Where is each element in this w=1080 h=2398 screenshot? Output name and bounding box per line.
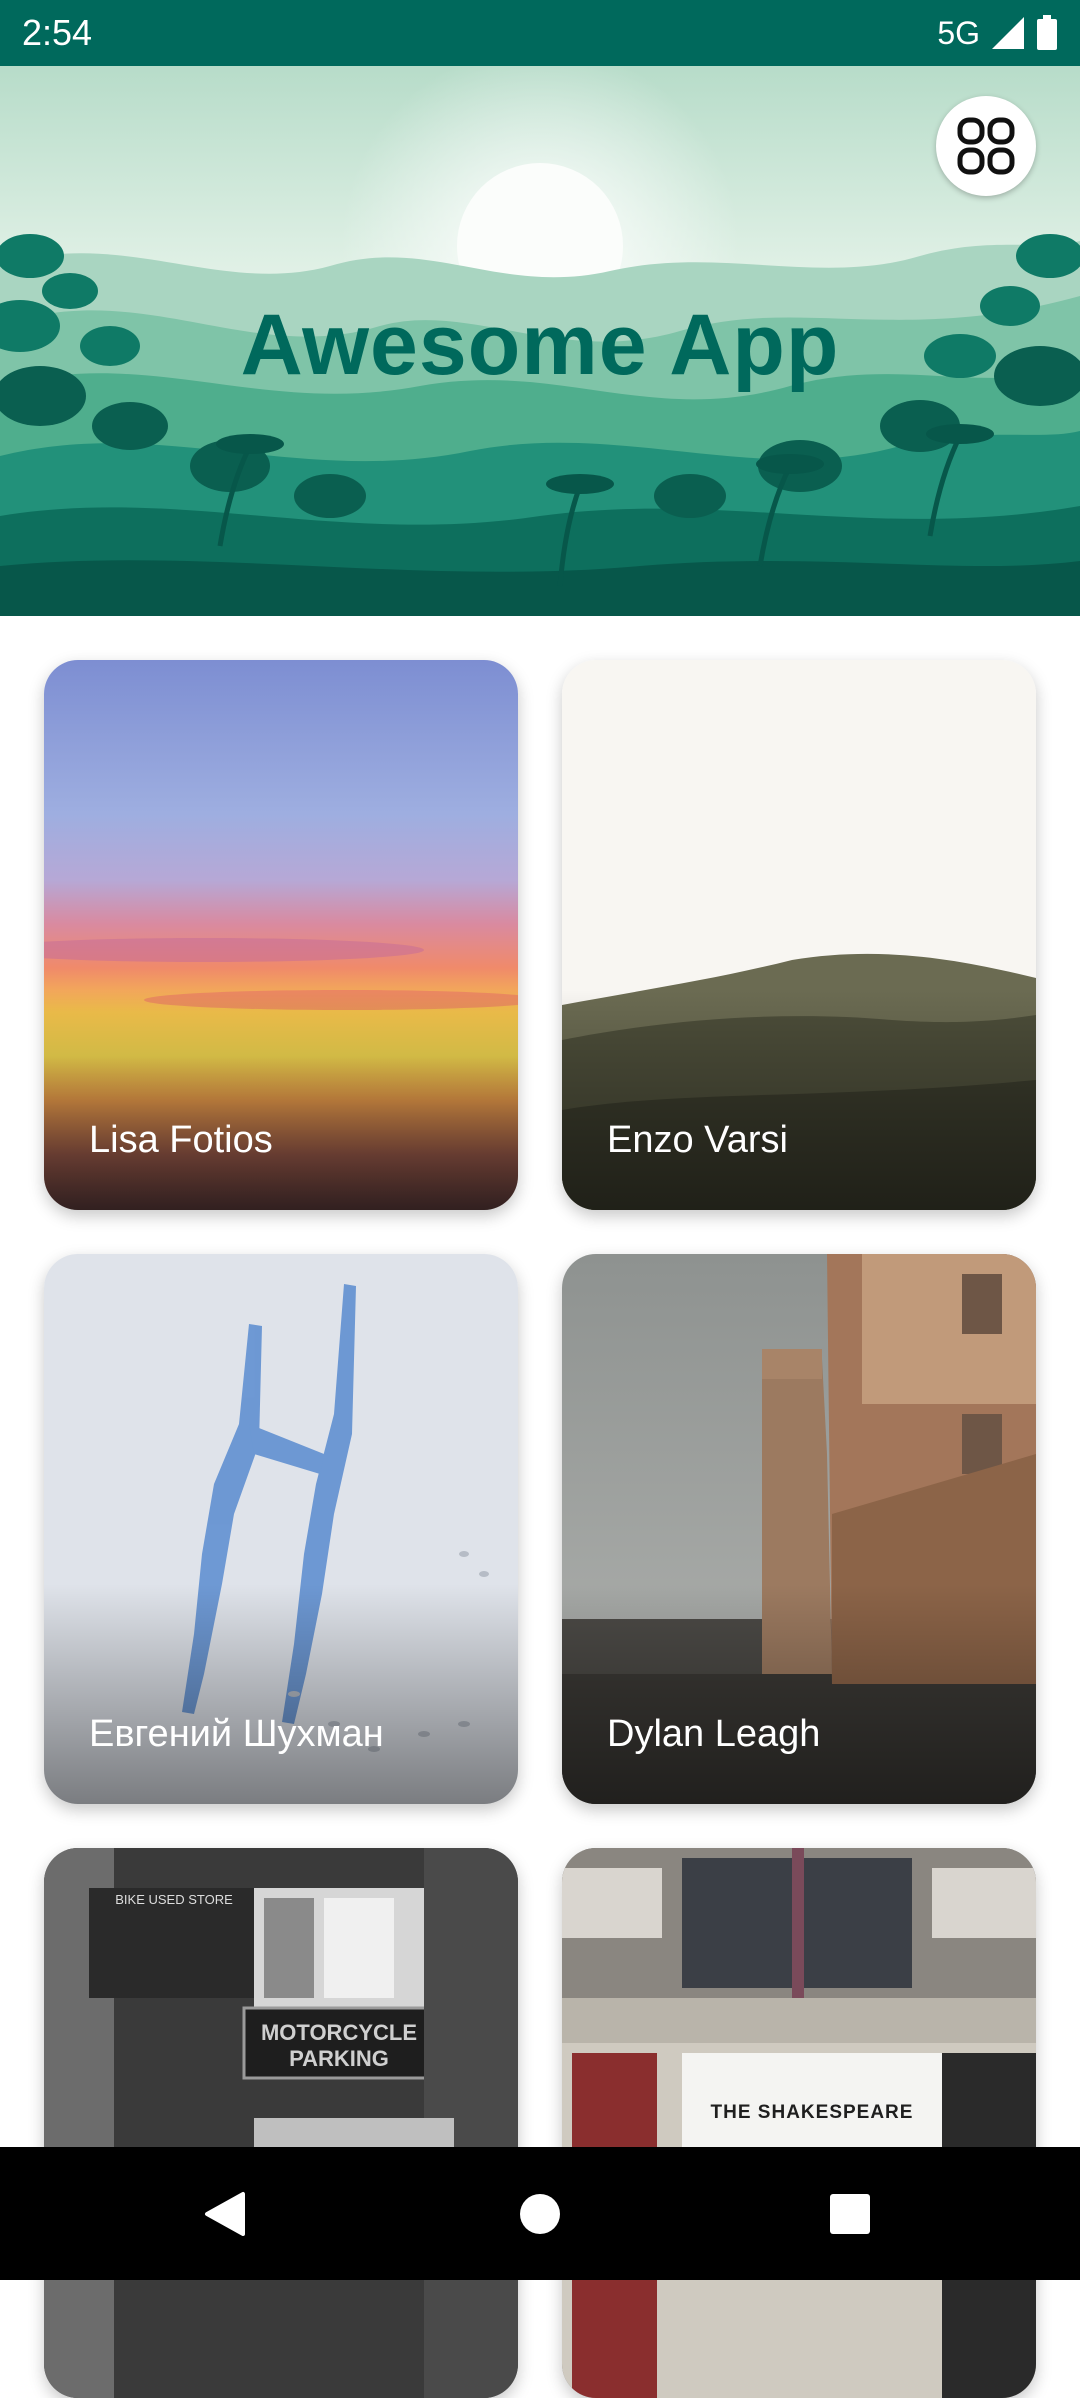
signal-icon — [992, 17, 1024, 49]
header-banner: Awesome App — [0, 66, 1080, 616]
photo-card[interactable]: Lisa Fotios — [44, 660, 518, 1210]
recents-button[interactable] — [790, 2147, 910, 2280]
card-gradient — [44, 990, 518, 1210]
street-photo — [44, 1848, 518, 2398]
home-button[interactable] — [480, 2147, 600, 2280]
photo-card[interactable]: THE SHAKESPEARE — [562, 1848, 1036, 2398]
photo-card[interactable]: BIKE USED STORE MOTORCYCLE PARKING — [44, 1848, 518, 2398]
pub-sign-text: THE SHAKESPEARE — [710, 2102, 914, 2123]
app-title: Awesome App — [240, 297, 840, 393]
card-gradient — [562, 1584, 1036, 1804]
photographer-name: Enzo Varsi — [607, 1119, 788, 1161]
back-triangle-icon — [205, 2191, 245, 2236]
photographer-name: Dylan Leagh — [607, 1713, 821, 1755]
status-time: 2:54 — [22, 12, 93, 53]
back-button[interactable] — [165, 2147, 285, 2280]
status-bar: 2:54 5G — [0, 0, 1080, 66]
card-gradient — [44, 1584, 518, 1804]
network-type: 5G — [937, 14, 980, 51]
parking-sign-line2: PARKING — [289, 2046, 389, 2071]
grid-view-button[interactable] — [936, 96, 1036, 196]
photographer-name: Евгений Шухман — [89, 1713, 384, 1755]
photo-card[interactable]: Enzo Varsi — [562, 660, 1036, 1210]
battery-icon — [1037, 15, 1057, 50]
recents-square-icon — [830, 2193, 870, 2234]
home-circle-icon — [520, 2193, 560, 2234]
photo-card[interactable]: Dylan Leagh — [562, 1254, 1036, 1804]
photo-card[interactable]: Евгений Шухман — [44, 1254, 518, 1804]
system-navigation-bar — [0, 2147, 1080, 2280]
photographer-name: Lisa Fotios — [89, 1119, 273, 1161]
card-gradient — [562, 990, 1036, 1210]
parking-sign-line1: MOTORCYCLE — [260, 2020, 418, 2045]
store-sign-text: BIKE USED STORE — [115, 1892, 233, 1907]
grid-view-icon — [957, 117, 1015, 175]
status-indicators: 5G — [937, 15, 1058, 52]
